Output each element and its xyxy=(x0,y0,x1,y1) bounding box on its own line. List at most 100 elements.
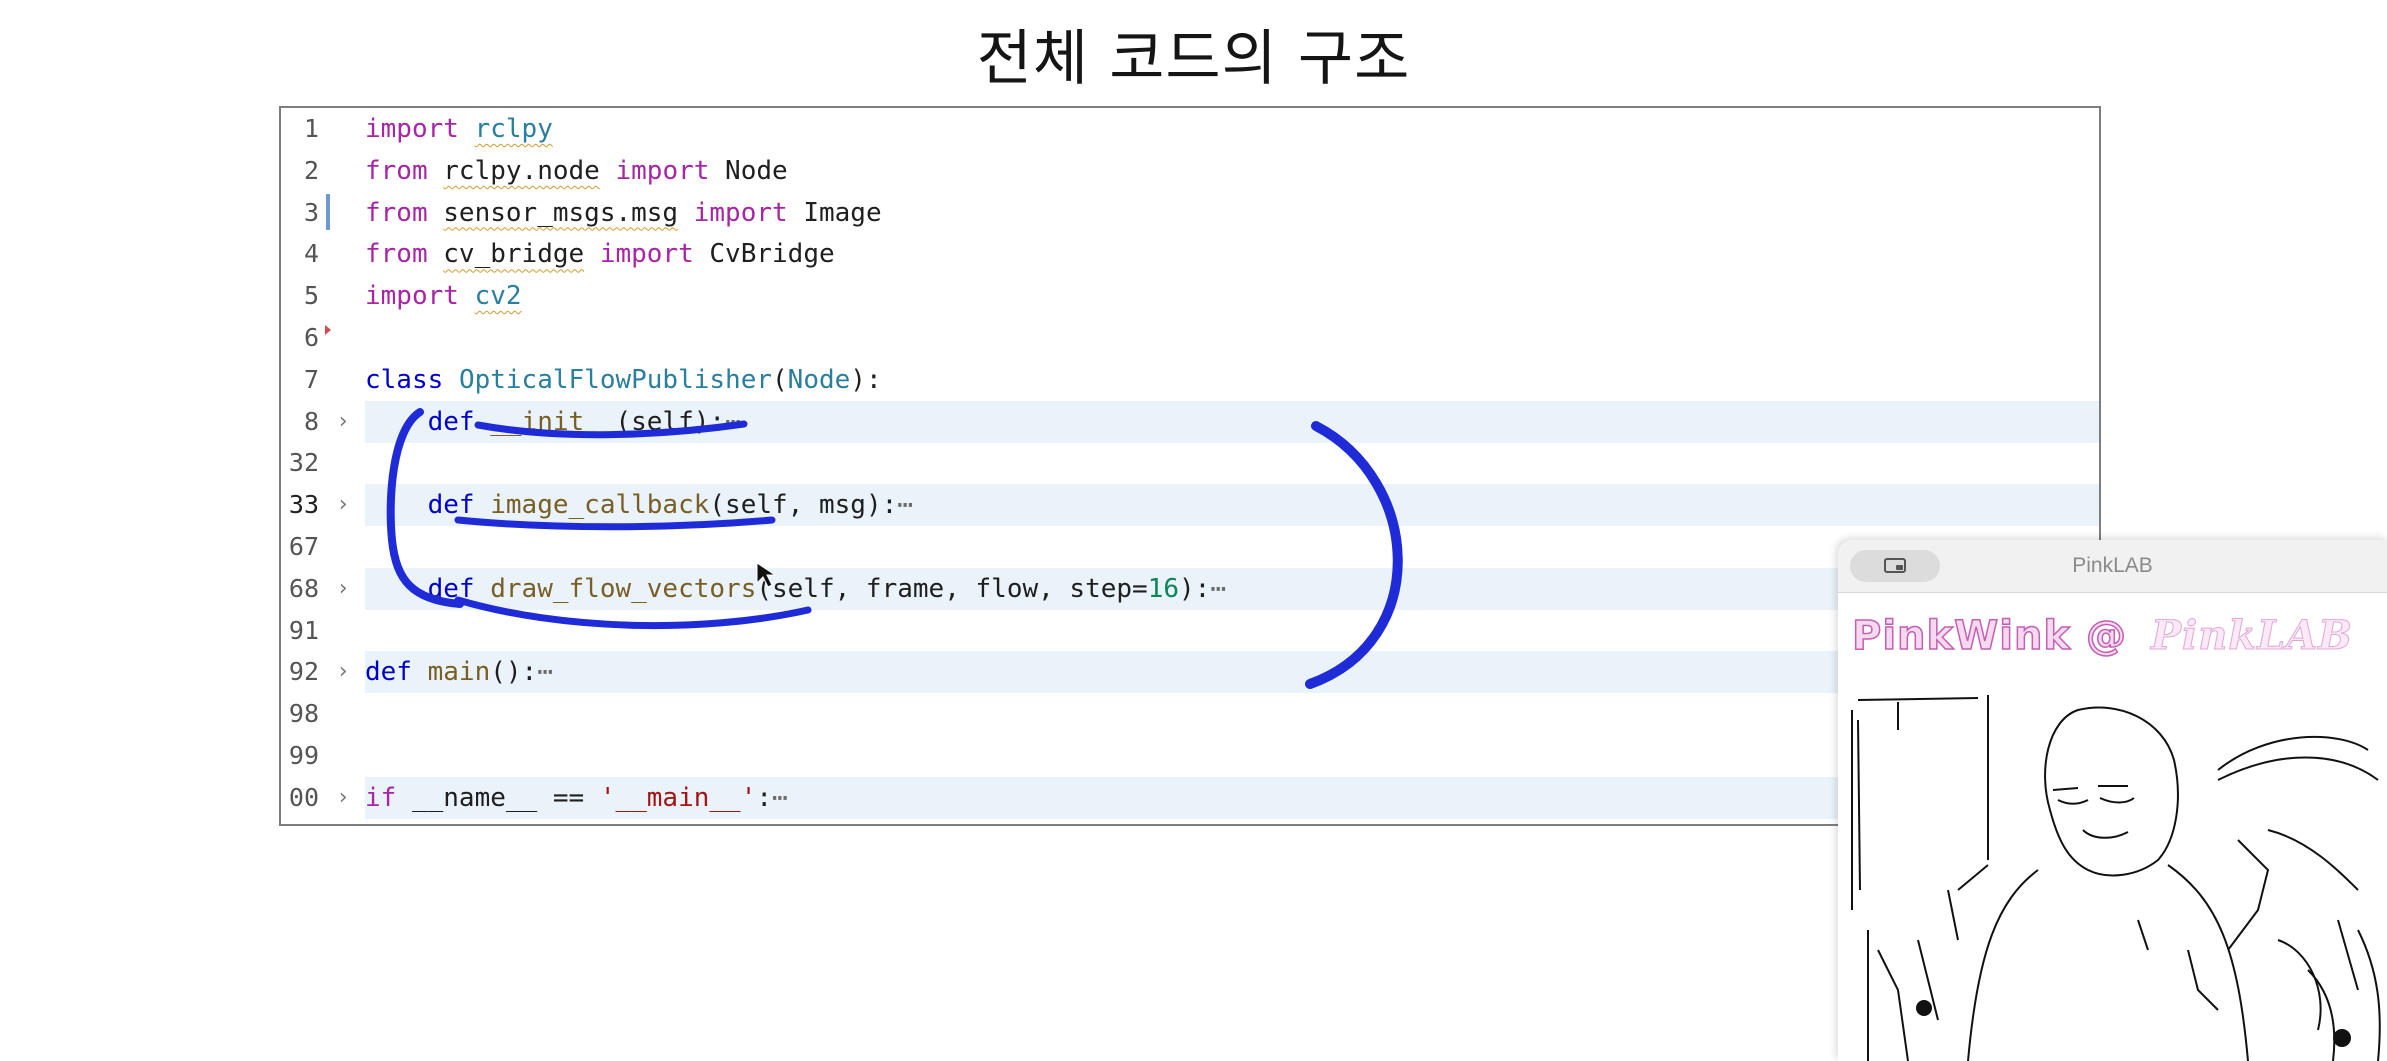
code-token: if xyxy=(365,782,397,813)
code-token: from xyxy=(365,197,428,228)
fold-chevron-icon[interactable]: › xyxy=(333,777,353,819)
code-token: __init__ xyxy=(490,406,616,437)
line-number: 68 xyxy=(288,573,319,603)
brand-main: PinkWink @ xyxy=(1851,612,2127,660)
webcam-video-edge-filter xyxy=(1851,695,2381,1061)
code-token: Node xyxy=(709,155,788,186)
code-line[interactable]: 4 from cv_bridge import CvBridge xyxy=(281,233,2099,275)
code-text: from rclpy.node import Node xyxy=(365,150,788,192)
code-token: Node xyxy=(787,364,851,395)
code-token: (self, msg): xyxy=(709,490,898,521)
fold-chevron-icon[interactable]: › xyxy=(333,401,353,443)
code-line[interactable]: 6 xyxy=(281,317,2099,359)
code-token: image_callback xyxy=(490,490,710,521)
brand-watermark: PinkWink @ PinkLAB xyxy=(1851,612,2353,660)
code-token: Image xyxy=(787,197,882,228)
code-token: from xyxy=(365,239,428,270)
code-text: import rclpy xyxy=(365,108,553,150)
webcam-overlay: PinkLAB PinkWink @ PinkLAB xyxy=(1838,540,2387,1061)
code-line[interactable]: 3 from sensor_msgs.msg import Image xyxy=(281,192,2099,234)
code-line[interactable]: 67 xyxy=(281,526,2099,568)
line-number: 2 xyxy=(303,155,319,185)
code-text: def draw_flow_vectors(self, frame, flow,… xyxy=(365,568,1226,610)
line-number: 92 xyxy=(288,657,319,687)
line-number: 91 xyxy=(288,615,319,645)
code-token: ): xyxy=(1179,573,1211,604)
code-token: cv_bridge xyxy=(443,239,585,270)
code-line[interactable]: 1 import rclpy xyxy=(281,108,2099,150)
code-line[interactable]: 7 class OpticalFlowPublisher(Node): xyxy=(281,359,2099,401)
code-token: def xyxy=(365,657,412,688)
fold-chevron-icon[interactable]: › xyxy=(333,651,353,693)
code-line[interactable]: 2 from rclpy.node import Node xyxy=(281,150,2099,192)
code-token: (self): xyxy=(615,406,726,437)
fold-chevron-icon[interactable]: › xyxy=(333,568,353,610)
deleted-line-marker xyxy=(325,325,331,335)
code-text: from sensor_msgs.msg import Image xyxy=(365,192,882,234)
code-token: (): xyxy=(490,657,538,688)
code-text: if __name__ == '__main__':⋯ xyxy=(365,777,788,819)
code-line[interactable]: 00 › if __name__ == '__main__':⋯ xyxy=(281,776,2099,819)
line-number: 8 xyxy=(303,406,319,436)
code-line[interactable]: 92 › def main():⋯ xyxy=(281,651,2099,694)
code-line[interactable]: 98 xyxy=(281,693,2099,735)
webcam-window-title: PinkLAB xyxy=(2072,554,2153,577)
line-number: 00 xyxy=(288,782,319,812)
code-token: main xyxy=(427,657,491,688)
code-line[interactable]: 99 xyxy=(281,735,2099,777)
code-token: class xyxy=(365,364,444,395)
code-line[interactable]: 8 › def __init__(self):⋯ xyxy=(281,400,2099,443)
code-text: def __init__(self):⋯ xyxy=(365,401,741,443)
code-token: __name__ == xyxy=(396,782,600,813)
code-line[interactable]: 33 › def image_callback(self, msg):⋯ xyxy=(281,484,2099,527)
fold-chevron-icon[interactable]: › xyxy=(333,484,353,526)
code-token: import xyxy=(365,281,459,312)
code-text: import cv2 xyxy=(365,275,522,317)
code-editor[interactable]: 1 import rclpy 2 from rclpy.node import Nod… xyxy=(279,106,2101,826)
line-number: 5 xyxy=(303,281,319,311)
code-token: def xyxy=(427,573,475,604)
line-number: 1 xyxy=(303,114,319,143)
code-token: sensor_msgs.msg xyxy=(443,197,679,228)
code-text: class OpticalFlowPublisher(Node): xyxy=(365,359,882,401)
code-token: OpticalFlowPublisher xyxy=(458,364,773,395)
code-token: ( xyxy=(772,364,788,395)
code-token: rclpy.node xyxy=(443,155,600,186)
line-number: 4 xyxy=(303,239,319,269)
code-token: import xyxy=(365,114,459,144)
code-token: draw_flow_vectors xyxy=(490,573,757,604)
code-token: import xyxy=(693,197,788,228)
code-token: : xyxy=(756,782,773,813)
code-line[interactable]: 91 xyxy=(281,610,2099,652)
code-line[interactable]: 32 xyxy=(281,442,2099,484)
code-line[interactable]: 5 import cv2 xyxy=(281,275,2099,317)
code-text: def image_callback(self, msg):⋯ xyxy=(365,484,913,526)
line-number: 99 xyxy=(288,741,319,770)
code-token: ⋯ xyxy=(897,490,913,521)
code-token: ⋯ xyxy=(1210,573,1226,604)
code-token: import xyxy=(615,155,710,186)
code-token: '__main__' xyxy=(599,782,757,813)
line-number: 7 xyxy=(303,364,319,394)
modified-line-marker xyxy=(326,193,330,230)
code-token: from xyxy=(365,155,428,186)
line-number: 3 xyxy=(303,197,319,227)
code-token: CvBridge xyxy=(693,239,835,270)
code-token: (self, frame, flow, step= xyxy=(756,573,1148,604)
code-line[interactable]: 68 › def draw_flow_vectors(self, frame, f… xyxy=(281,567,2099,610)
line-number: 32 xyxy=(288,448,319,478)
